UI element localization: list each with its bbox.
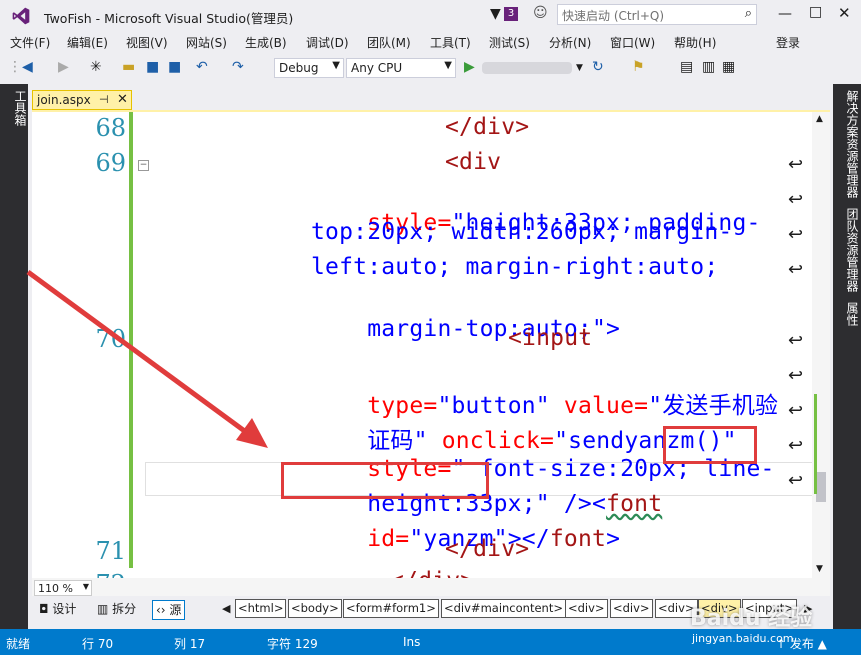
status-ready: 就绪 [6,637,31,651]
breadcrumb-item[interactable]: <html> [235,599,287,618]
source-icon: ‹› [156,603,170,617]
design-icon: ◘ [39,602,53,616]
source-label: 源 [169,603,182,617]
breadcrumb-item[interactable]: <body> [288,599,342,618]
status-line: 行 70 [82,637,114,651]
status-column: 列 17 [174,637,206,651]
design-view-button[interactable]: ◘ 设计 [36,600,79,618]
annotation-arrow [26,269,268,448]
breadcrumb-item[interactable]: <form#form1> [343,599,439,618]
watermark-url: jingyan.baidu.com [692,632,794,645]
baidu-watermark: Baidu 经验 [690,606,813,631]
breadcrumb-item[interactable]: <div> [610,599,653,618]
breadcrumb-item[interactable]: <div#maincontent> [441,599,566,618]
status-insert-mode: Ins [403,635,421,649]
status-character: 字符 129 [267,637,318,651]
editor-zoom-row: 110 % ▼ [32,578,830,596]
zoom-level-select[interactable]: 110 % ▼ [34,580,92,596]
split-label: 拆分 [112,602,137,616]
zoom-value: 110 % [38,582,73,595]
source-view-button[interactable]: ‹› 源 [152,600,186,620]
split-view-button[interactable]: ▥ 拆分 [94,600,139,618]
breadcrumb-scroll-left-icon[interactable]: ◀ [222,602,230,615]
breadcrumb-item[interactable]: <div> [565,599,608,618]
design-label: 设计 [52,602,77,616]
chevron-down-icon: ▼ [82,582,89,591]
split-icon: ▥ [97,602,113,616]
